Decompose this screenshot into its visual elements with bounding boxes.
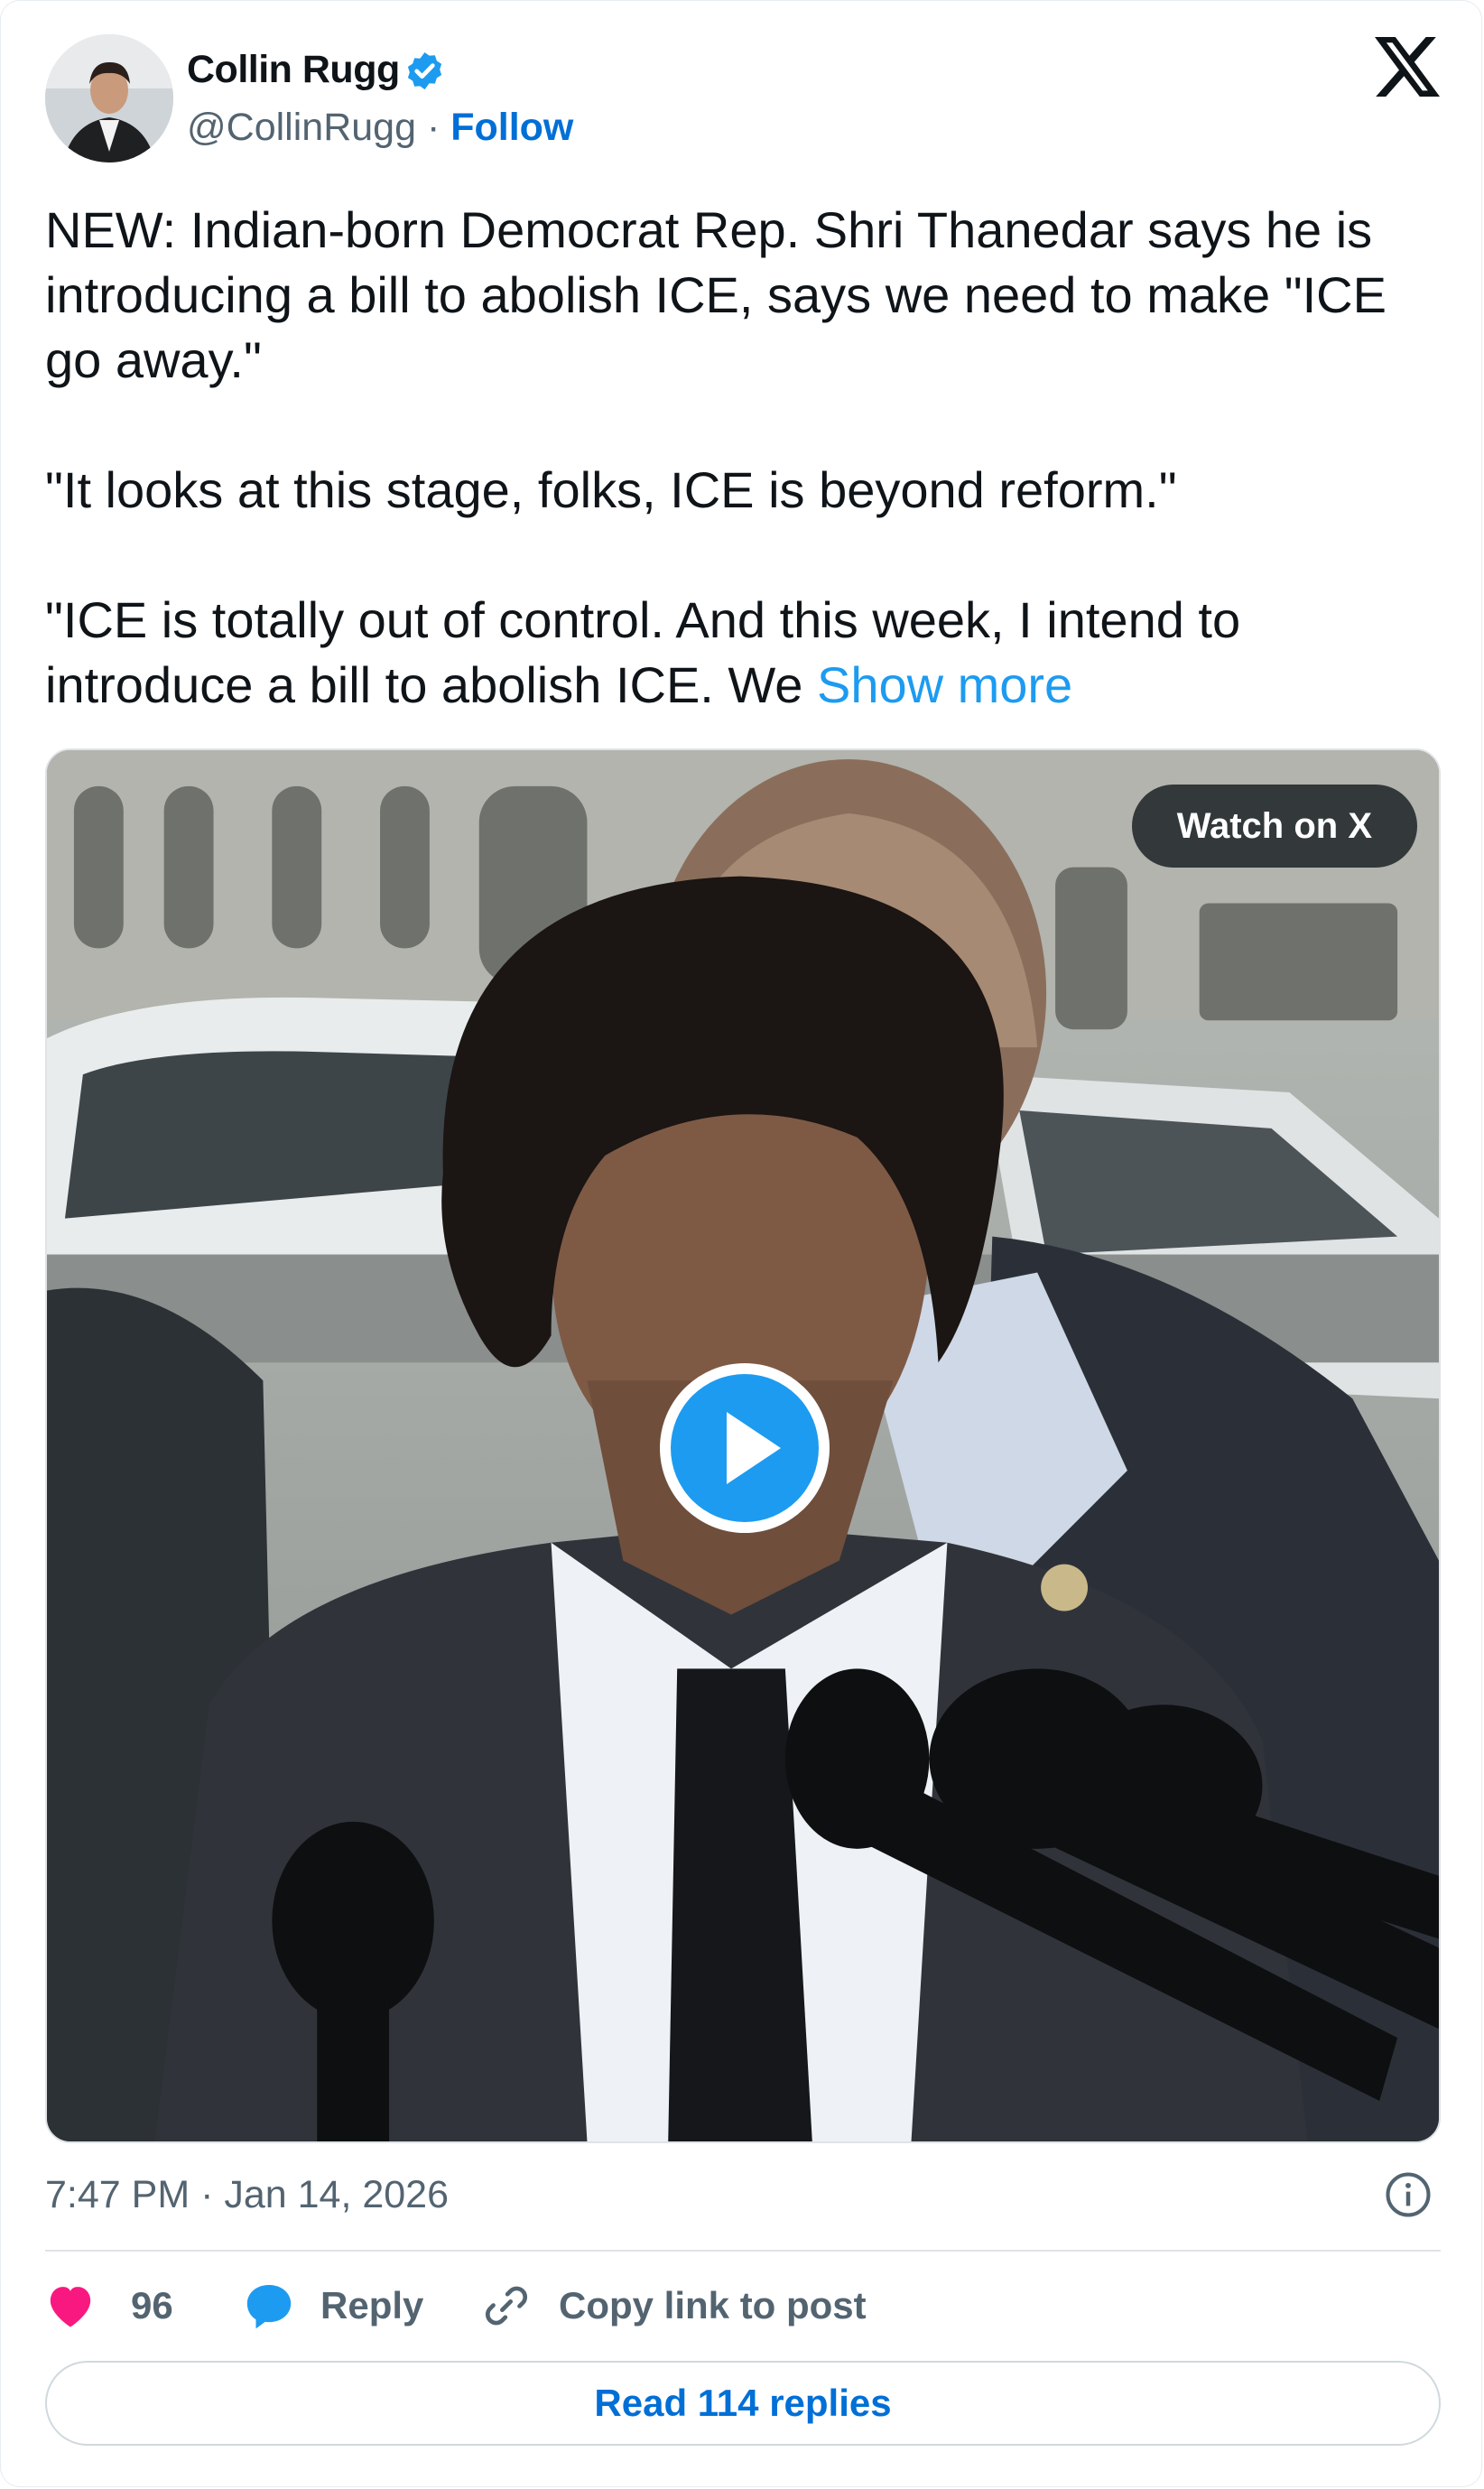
read-replies-button[interactable]: Read 114 replies	[45, 2361, 1441, 2446]
divider	[45, 2250, 1441, 2252]
reply-bubble-icon	[246, 2285, 292, 2329]
tweet-paragraph-3: "ICE is totally out of control. And this…	[45, 588, 1453, 718]
x-logo-icon[interactable]	[1375, 37, 1440, 97]
copy-link-button[interactable]: Copy link to post	[481, 2276, 914, 2336]
handle-row: @CollinRugg · Follow	[187, 102, 573, 153]
verified-badge-icon	[407, 51, 442, 90]
avatar-image	[45, 34, 173, 163]
reply-label: Reply	[320, 2284, 424, 2326]
heart-icon	[50, 2287, 91, 2327]
tweet-text: NEW: Indian-born Democrat Rep. Shri Than…	[45, 198, 1453, 718]
info-icon[interactable]	[1384, 2170, 1433, 2219]
tweet-card: Collin Rugg @CollinRugg · Follow NEW: In…	[0, 0, 1482, 2487]
show-more-link[interactable]: Show more	[817, 656, 1072, 713]
tweet-paragraph-2: "It looks at this stage, folks, ICE is b…	[45, 461, 1177, 518]
follow-button[interactable]: Follow	[450, 106, 573, 149]
link-icon	[485, 2286, 528, 2326]
action-bar: 96 Reply Copy link to post	[45, 2276, 1441, 2336]
author-handle[interactable]: @CollinRugg	[187, 106, 416, 149]
watch-on-x-button[interactable]: Watch on X	[1131, 785, 1417, 868]
copy-link-label: Copy link to post	[559, 2284, 867, 2326]
separator: ·	[426, 106, 441, 149]
reply-button[interactable]: Reply	[243, 2276, 450, 2336]
avatar[interactable]	[45, 34, 173, 163]
like-button[interactable]: 96	[45, 2276, 181, 2336]
like-count: 96	[131, 2284, 173, 2326]
video-player[interactable]: Watch on X	[45, 748, 1441, 2143]
author-name[interactable]: Collin Rugg	[187, 44, 400, 95]
play-icon[interactable]	[656, 1360, 833, 1537]
timestamp[interactable]: 7:47 PM · Jan 14, 2026	[45, 2168, 449, 2222]
tweet-paragraph-1: NEW: Indian-born Democrat Rep. Shri Than…	[45, 201, 1387, 388]
